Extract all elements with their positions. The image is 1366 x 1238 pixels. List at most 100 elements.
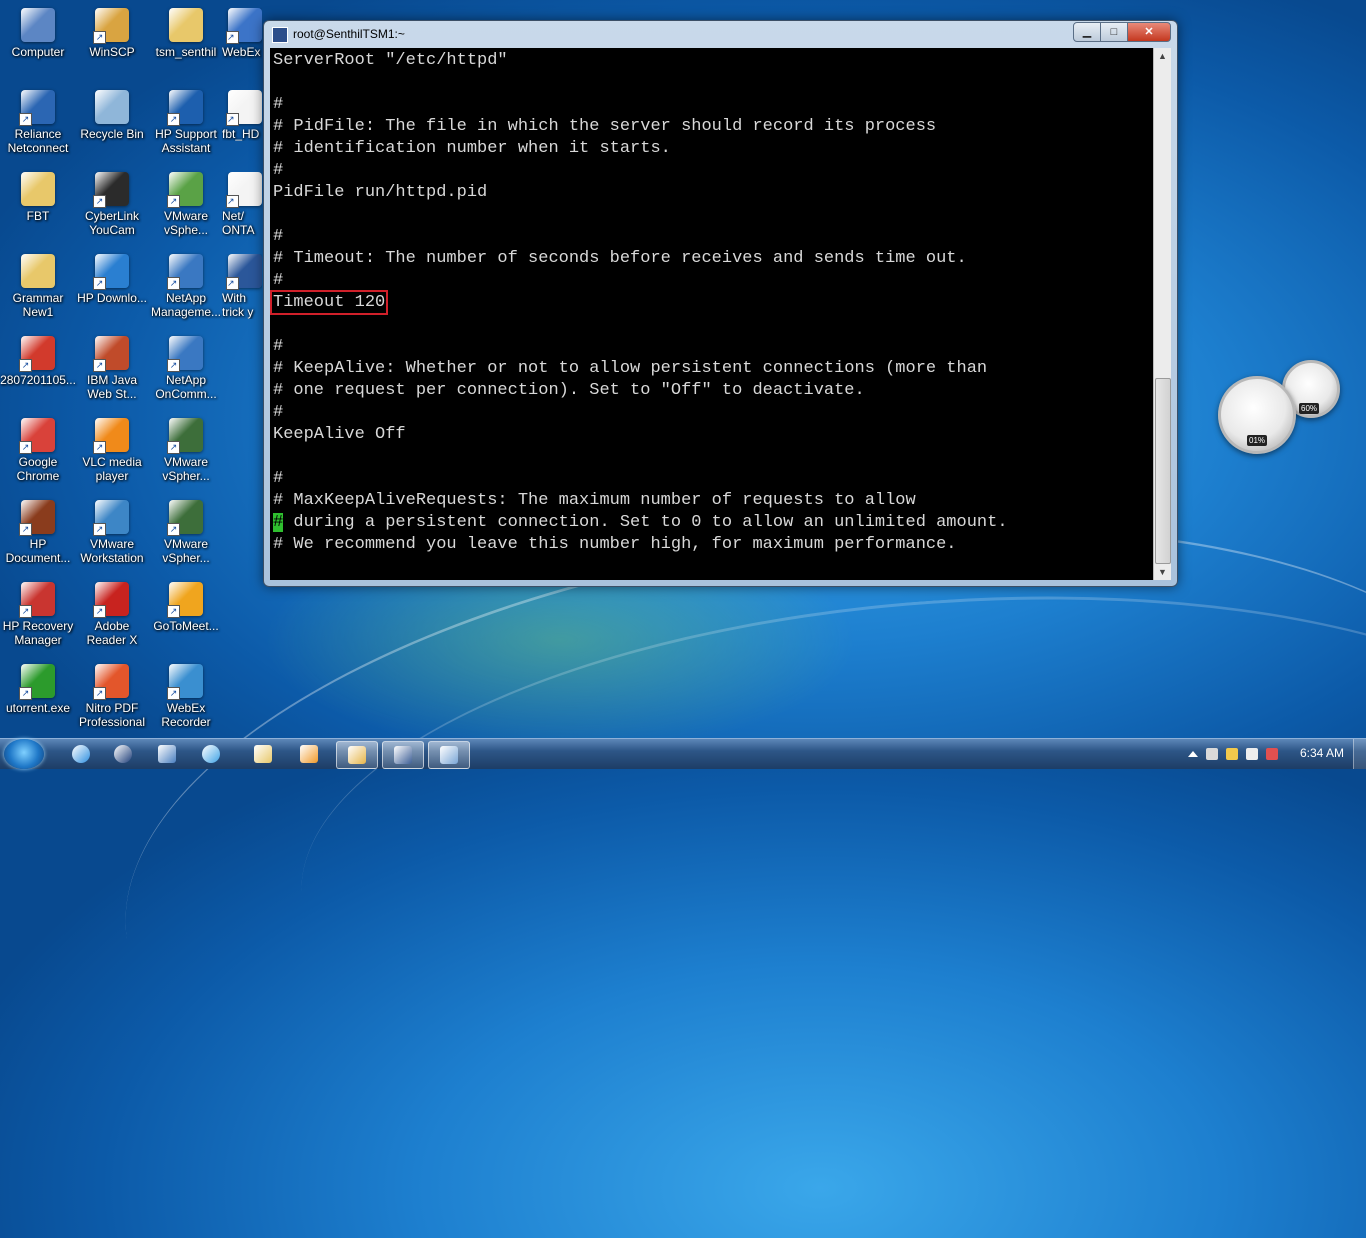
desktop-icon[interactable]: ↗ IBM Java Web St... bbox=[74, 336, 150, 401]
scroll-down-icon[interactable]: ▼ bbox=[1154, 564, 1171, 580]
internet-explorer-icon bbox=[72, 745, 90, 763]
maximize-button[interactable]: □ bbox=[1100, 22, 1128, 42]
shortcut-arrow-icon: ↗ bbox=[19, 523, 32, 536]
desktop-icon-label: utorrent.exe bbox=[5, 701, 71, 715]
putty-window[interactable]: root@SenthilTSM1:~ ▁ □ ✕ ServerRoot "/et… bbox=[263, 20, 1178, 587]
title-bar[interactable]: root@SenthilTSM1:~ ▁ □ ✕ bbox=[264, 21, 1177, 47]
app-icon: ↗ bbox=[226, 90, 262, 126]
clock[interactable]: 6:34 AM bbox=[1300, 746, 1344, 760]
app-icon bbox=[21, 8, 55, 42]
desktop-icon[interactable]: Grammar New1 bbox=[0, 254, 76, 319]
shortcut-arrow-icon: ↗ bbox=[93, 523, 106, 536]
show-hidden-icons-icon[interactable] bbox=[1188, 751, 1198, 757]
folder-icon bbox=[348, 746, 366, 764]
desktop-icon[interactable]: ↗ VMware vSpher... bbox=[148, 418, 224, 483]
desktop-icon[interactable]: ↗ NetApp Manageme... bbox=[148, 254, 224, 319]
desktop-icon[interactable]: ↗ HP Document... bbox=[0, 500, 76, 565]
desktop-icon[interactable]: ↗ Adobe Reader X bbox=[74, 582, 150, 647]
app-icon: ↗ bbox=[93, 172, 129, 208]
app-icon: ↗ bbox=[93, 336, 129, 372]
desktop-icon[interactable]: FBT bbox=[0, 172, 76, 223]
desktop-icon[interactable]: ↗ WinSCP bbox=[74, 8, 150, 59]
network-icon[interactable] bbox=[1246, 748, 1258, 760]
app-icon: ↗ bbox=[167, 500, 203, 536]
shortcut-arrow-icon: ↗ bbox=[19, 687, 32, 700]
taskbar-button[interactable] bbox=[66, 741, 96, 767]
scroll-thumb[interactable] bbox=[1155, 378, 1171, 564]
taskbar-button[interactable] bbox=[248, 741, 278, 767]
desktop-icon-label: WinSCP bbox=[89, 45, 135, 59]
shortcut-arrow-icon: ↗ bbox=[167, 277, 180, 290]
shortcut-arrow-icon: ↗ bbox=[93, 277, 106, 290]
desktop-icon[interactable]: ↗ HP Recovery Manager bbox=[0, 582, 76, 647]
desktop-icon[interactable]: ↗ VMware vSpher... bbox=[148, 500, 224, 565]
desktop-icon-label: VMware vSpher... bbox=[162, 455, 210, 483]
cpu-meter-gadget[interactable]: 60% 01% bbox=[1216, 358, 1344, 456]
shortcut-arrow-icon: ↗ bbox=[93, 195, 106, 208]
desktop-icon[interactable]: ↗ Google Chrome bbox=[0, 418, 76, 483]
media-center-icon bbox=[202, 745, 220, 763]
desktop-icon-label: HP Recovery Manager bbox=[2, 619, 74, 647]
terminal-line: # PidFile: The file in which the server … bbox=[273, 117, 937, 136]
minimize-button[interactable]: ▁ bbox=[1073, 22, 1101, 42]
scroll-up-icon[interactable]: ▲ bbox=[1154, 48, 1171, 64]
desktop-icon[interactable]: ↗ WebEx Recorder bbox=[148, 664, 224, 729]
desktop-icon[interactable]: Recycle Bin bbox=[74, 90, 150, 141]
desktop-icon[interactable]: ↗ VMware Workstation bbox=[74, 500, 150, 565]
desktop-icon[interactable]: ↗ VMware vSphe... bbox=[148, 172, 224, 237]
background-swoosh bbox=[284, 555, 1366, 1148]
action-center-icon[interactable] bbox=[1226, 748, 1238, 760]
app-icon: ↗ bbox=[167, 664, 203, 700]
desktop-icon[interactable]: ↗ WebEx bbox=[222, 8, 262, 59]
terminal-area[interactable]: ServerRoot "/etc/httpd" # # PidFile: The f… bbox=[270, 48, 1155, 580]
taskbar-button[interactable] bbox=[152, 741, 182, 767]
taskbar-button[interactable] bbox=[108, 741, 138, 767]
desktop-icon-label: NetApp Manageme... bbox=[150, 291, 222, 319]
terminal-line: # bbox=[273, 469, 284, 488]
remote-desktop-icon bbox=[440, 746, 458, 764]
desktop-icon-label: WebEx bbox=[222, 45, 261, 59]
taskbar-button[interactable] bbox=[196, 741, 226, 767]
desktop-icon[interactable]: ↗ NetApp OnComm... bbox=[148, 336, 224, 401]
terminal-line: ServerRoot "/etc/httpd" bbox=[273, 51, 508, 70]
desktop-icon[interactable]: ↗ CyberLink YouCam bbox=[74, 172, 150, 237]
desktop-icon[interactable]: ↗ utorrent.exe bbox=[0, 664, 76, 715]
terminal-line: # during a persistent connection. Set to… bbox=[273, 512, 1008, 534]
terminal-line: # bbox=[273, 161, 284, 180]
taskbar-button[interactable] bbox=[382, 741, 424, 769]
shortcut-arrow-icon: ↗ bbox=[167, 195, 180, 208]
desktop-icon[interactable]: ↗ HP Downlo... bbox=[74, 254, 150, 305]
desktop-icon[interactable]: ↗ fbt_HD bbox=[222, 90, 262, 141]
desktop-icon[interactable]: ↗ Net/ ONTA bbox=[222, 172, 262, 237]
desktop-icon[interactable]: ↗ With trick y bbox=[222, 254, 262, 319]
taskbar-button[interactable] bbox=[294, 741, 324, 767]
desktop-icon[interactable]: ↗ VLC media player bbox=[74, 418, 150, 483]
mail-icon bbox=[158, 745, 176, 763]
vertical-scrollbar[interactable]: ▲ ▼ bbox=[1153, 48, 1171, 580]
close-button[interactable]: ✕ bbox=[1127, 22, 1171, 42]
desktop-icon[interactable]: ↗ Reliance Netconnect bbox=[0, 90, 76, 155]
start-button[interactable] bbox=[4, 739, 44, 769]
volume-muted-icon[interactable] bbox=[1266, 748, 1278, 760]
explorer-icon bbox=[254, 745, 272, 763]
desktop-icon[interactable]: ↗ HP Support Assistant bbox=[148, 90, 224, 155]
shortcut-arrow-icon: ↗ bbox=[226, 31, 239, 44]
desktop-icon[interactable]: ↗ GoToMeet... bbox=[148, 582, 224, 633]
taskbar-button[interactable] bbox=[428, 741, 470, 769]
device-icon[interactable] bbox=[1206, 748, 1218, 760]
desktop-icon[interactable]: Computer bbox=[0, 8, 76, 59]
app-icon: ↗ bbox=[19, 90, 55, 126]
desktop-icon[interactable]: ↗ Nitro PDF Professional bbox=[74, 664, 150, 729]
app-icon: ↗ bbox=[226, 172, 262, 208]
desktop-icon-label: IBM Java Web St... bbox=[86, 373, 137, 401]
taskbar-button[interactable] bbox=[336, 741, 378, 769]
terminal-line: # MaxKeepAliveRequests: The maximum numb… bbox=[273, 491, 916, 510]
desktop-icon[interactable]: tsm_senthil bbox=[148, 8, 224, 59]
desktop-icon[interactable]: ↗ 2807201105... bbox=[0, 336, 76, 387]
desktop-icon-label: Reliance Netconnect bbox=[7, 127, 69, 155]
terminal-line: PidFile run/httpd.pid bbox=[273, 183, 488, 202]
show-desktop-button[interactable] bbox=[1353, 739, 1366, 769]
